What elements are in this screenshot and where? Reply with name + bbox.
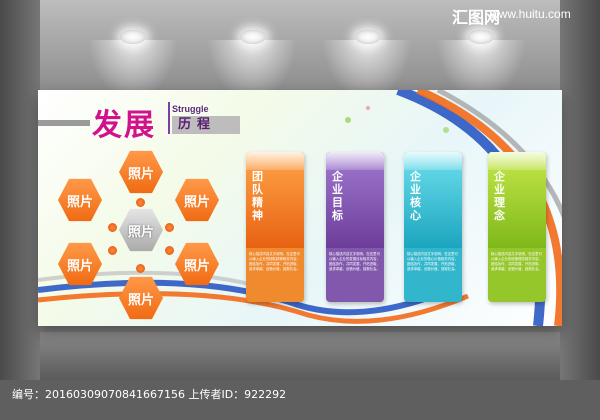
connector-dot [108, 223, 117, 232]
card-title: 团队精神 [252, 170, 263, 222]
card-fold [246, 152, 304, 170]
exhibition-room: 汇图网 www.huitu.com 发展 Struggle 历程 照片 照片 照… [0, 0, 600, 420]
card-company-goal: 企业目标 核心描述内容文字说明，在这里可以输入企业的发展目标相关内容，团结协作，… [326, 152, 384, 302]
connector-dot [136, 264, 145, 273]
card-team-spirit: 团队精神 核心描述内容文字说明，在这里可以输入企业的团队精神相关内容，团结协作，… [246, 152, 304, 302]
card-fold [488, 152, 546, 170]
card-body: 核心描述内容文字说明，在这里可以输入企业的发展目标相关内容，团结协作，共同发展，… [329, 252, 380, 271]
board-subtitle-en: Struggle [172, 104, 209, 114]
spotlight [120, 30, 146, 44]
watermark-url: www.huitu.com [490, 7, 571, 21]
spotlight [355, 30, 381, 44]
card-body: 核心描述内容文字说明，在这里可以输入企业的核心价值相关内容，团结协作，共同发展，… [407, 252, 458, 271]
card-fold [404, 152, 462, 170]
display-board: 发展 Struggle 历程 照片 照片 照片 照片 照片 照片 照片 团队精神… [38, 90, 562, 326]
right-wall [560, 0, 600, 380]
title-accent-bar [38, 120, 90, 126]
board-title: 发展 [92, 108, 156, 143]
card-title: 企业目标 [332, 170, 343, 222]
card-title: 企业理念 [494, 170, 505, 222]
connector-dot [136, 198, 145, 207]
spotlight [468, 30, 494, 44]
card-company-core: 企业核心 核心描述内容文字说明，在这里可以输入企业的核心价值相关内容，团结协作，… [404, 152, 462, 302]
card-title: 企业核心 [410, 170, 421, 222]
title-divider [168, 102, 170, 134]
card-company-philosophy: 企业理念 核心描述内容文字说明，在这里可以输入企业的经营理念相关内容，团结协作，… [488, 152, 546, 302]
spotlight [240, 30, 266, 44]
card-body: 核心描述内容文字说明，在这里可以输入企业的团队精神相关内容，团结协作，共同发展，… [249, 252, 300, 271]
board-subtitle-cn: 历程 [172, 116, 240, 134]
connector-dot [108, 246, 117, 255]
connector-dot [165, 246, 174, 255]
watermark-footer-text: 编号：20160309070841667156 上传者ID：922292 [12, 388, 287, 401]
floor [0, 332, 600, 380]
card-fold [326, 152, 384, 170]
connector-dot [165, 223, 174, 232]
card-body: 核心描述内容文字说明，在这里可以输入企业的经营理念相关内容，团结协作，共同发展，… [491, 252, 542, 271]
left-wall [0, 0, 40, 380]
